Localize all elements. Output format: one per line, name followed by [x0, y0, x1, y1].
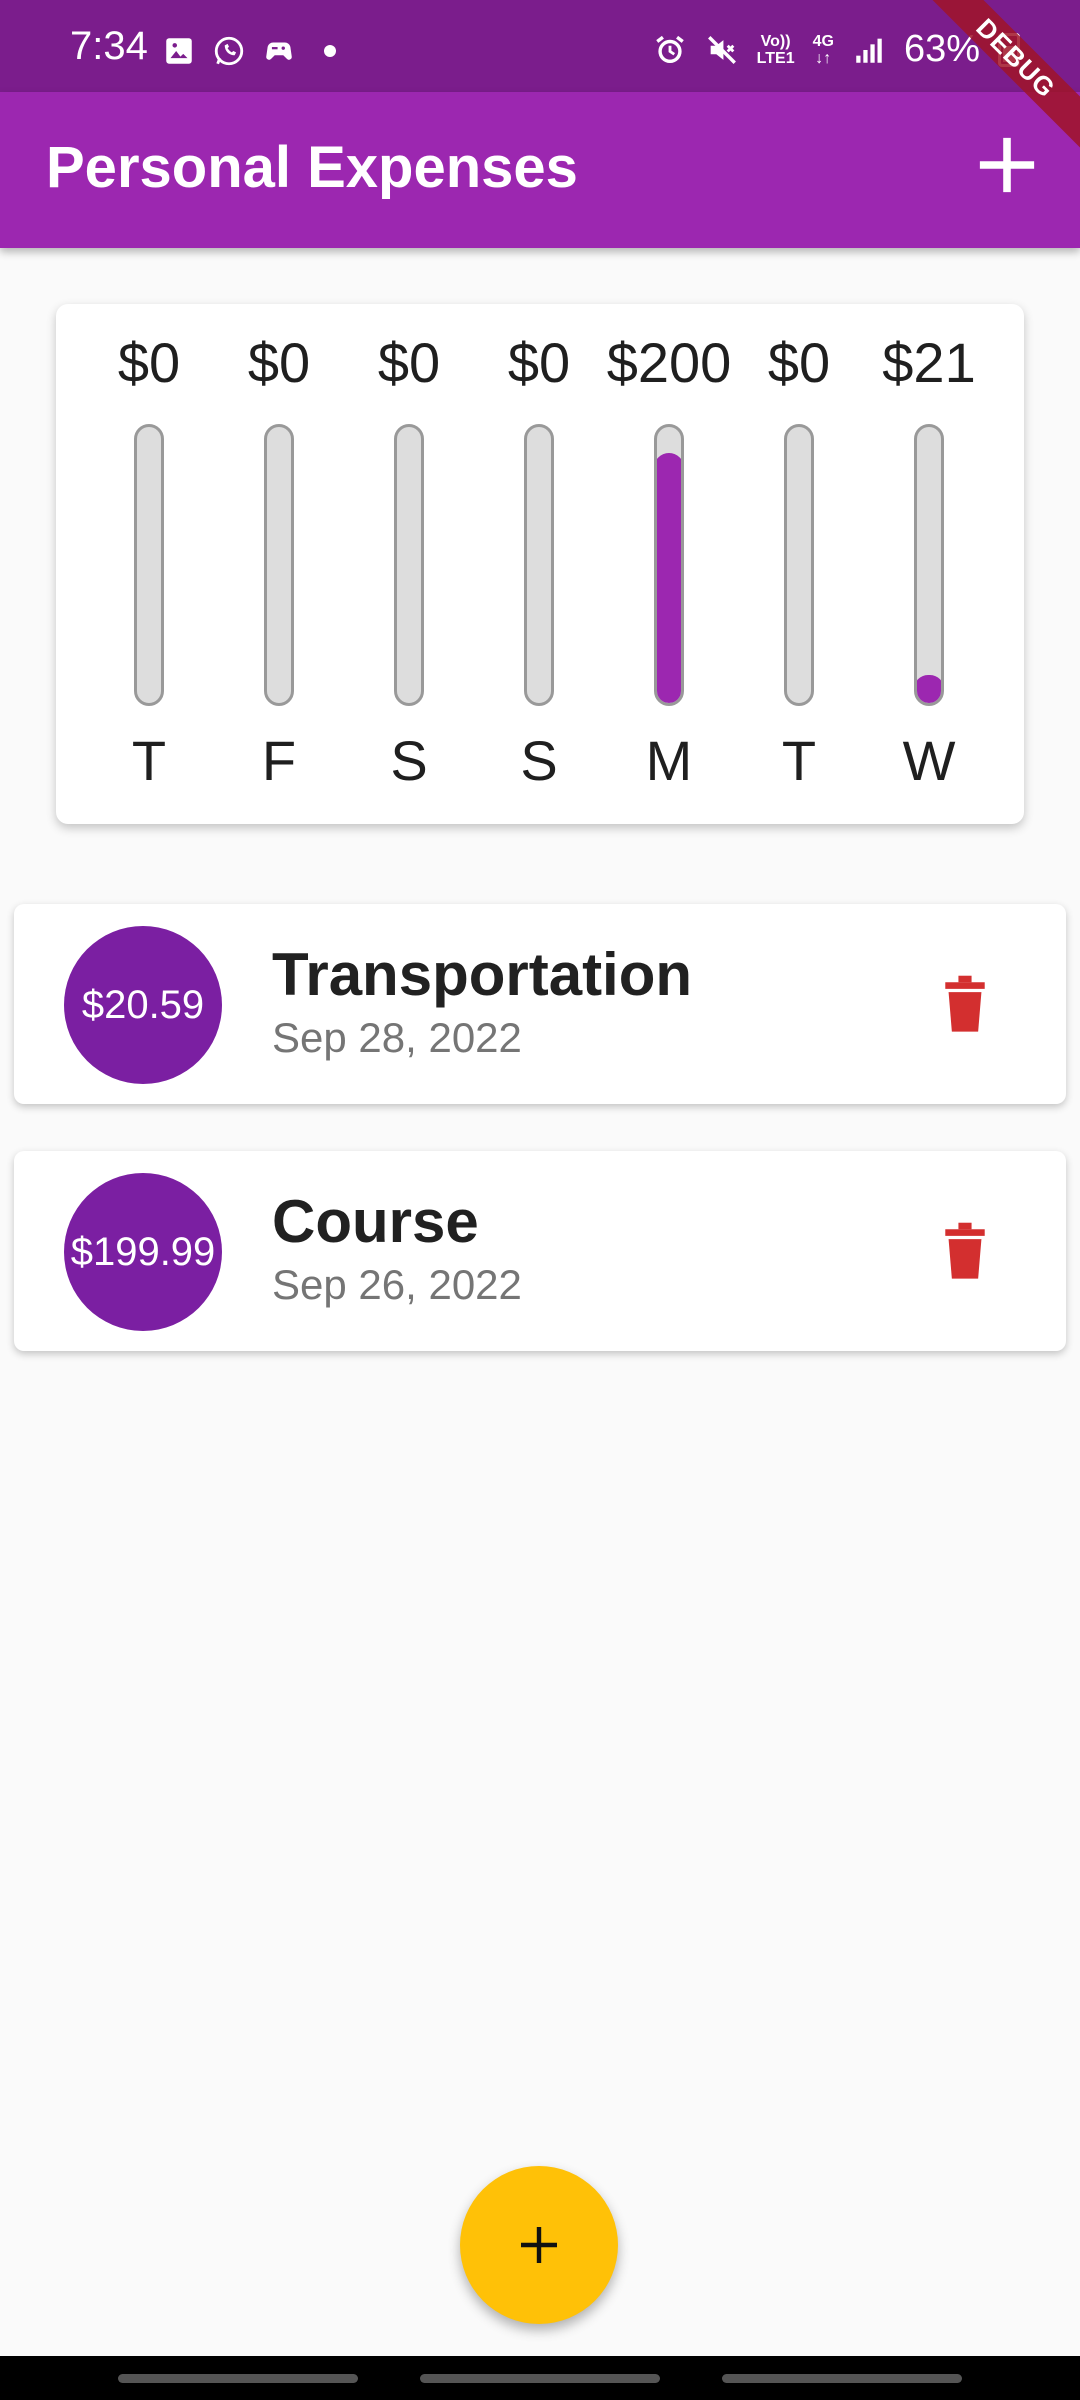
- transaction-card: $20.59 Transportation Sep 28, 2022: [14, 904, 1066, 1104]
- chart-bar-column: $0 F: [214, 304, 344, 824]
- chart-bar-column: $0 T: [84, 304, 214, 824]
- bar-amount-label: $200: [606, 331, 732, 394]
- transaction-title: Transportation: [272, 941, 693, 1008]
- add-expense-fab[interactable]: [460, 2166, 618, 2324]
- bar-track: [784, 424, 814, 706]
- plus-icon[interactable]: [972, 130, 1042, 200]
- chart-bar-column: $0 S: [474, 304, 604, 824]
- alarm-icon: [655, 35, 684, 63]
- amount-avatar: $20.59: [64, 926, 222, 1084]
- bar-day-label: F: [261, 729, 297, 792]
- whatsapp-icon: [214, 36, 244, 66]
- nav-back[interactable]: [722, 2374, 962, 2383]
- app-bar: Personal Expenses: [0, 92, 1080, 248]
- weekly-chart: $0 T $0 F $0 S $0 S $200 M $0 T $21 W: [56, 304, 1024, 824]
- bar-amount-label: $0: [247, 331, 311, 394]
- chart-bar-column: $200 M: [604, 304, 734, 824]
- bar-track: [134, 424, 164, 706]
- mute-icon: [707, 35, 736, 64]
- battery-percent: 63%: [903, 28, 980, 70]
- signal-icon: [856, 38, 882, 63]
- bar-day-label: S: [520, 729, 558, 792]
- bar-track: [394, 424, 424, 706]
- battery-icon: [998, 32, 1020, 67]
- bar-day-label: T: [781, 729, 817, 792]
- transaction-date: Sep 28, 2022: [272, 1014, 522, 1061]
- gallery-icon: [166, 38, 192, 64]
- bar-track: [264, 424, 294, 706]
- nav-home[interactable]: [420, 2374, 660, 2383]
- bar-track: [914, 424, 944, 706]
- chart-bar-column: $21 W: [864, 304, 994, 824]
- system-icons: Vo)) LTE1 4G ↓↑ 63%: [653, 28, 1020, 71]
- bar-day-label: T: [131, 729, 167, 792]
- nav-recents[interactable]: [118, 2374, 358, 2383]
- bar-amount-label: $0: [767, 331, 831, 394]
- notification-icons: [162, 34, 336, 68]
- network-type: 4G ↓↑: [812, 32, 834, 67]
- volte-indicator: Vo)) LTE1: [756, 32, 795, 67]
- status-bar: 7:34 Vo)) LTE1 4G ↓↑ 63%: [0, 0, 1080, 92]
- delete-icon[interactable]: [942, 1219, 988, 1279]
- bar-amount-label: $0: [377, 331, 441, 394]
- bar-amount-label: $21: [882, 331, 976, 394]
- bar-amount-label: $0: [117, 331, 181, 394]
- transaction-title: Course: [272, 1188, 479, 1255]
- bar-fill: [657, 452, 681, 703]
- amount-avatar: $199.99: [64, 1173, 222, 1331]
- bar-amount-label: $0: [507, 331, 571, 394]
- bar-day-label: S: [390, 729, 428, 792]
- chart-bar-column: $0 S: [344, 304, 474, 824]
- system-nav-bar: [0, 2356, 1080, 2400]
- bar-day-label: W: [902, 729, 956, 792]
- bar-track: [654, 424, 684, 706]
- chart-bar-column: $0 T: [734, 304, 864, 824]
- bar-track: [524, 424, 554, 706]
- delete-icon[interactable]: [942, 972, 988, 1032]
- transaction-card: $199.99 Course Sep 26, 2022: [14, 1151, 1066, 1351]
- app-title: Personal Expenses: [46, 135, 578, 200]
- bar-fill: [917, 675, 941, 703]
- game-icon: [266, 42, 292, 60]
- more-notifications-dot: [324, 45, 336, 57]
- bar-day-label: M: [645, 729, 693, 792]
- transaction-date: Sep 26, 2022: [272, 1261, 522, 1308]
- plus-icon: [521, 2227, 557, 2263]
- status-time: 7:34: [70, 24, 148, 68]
